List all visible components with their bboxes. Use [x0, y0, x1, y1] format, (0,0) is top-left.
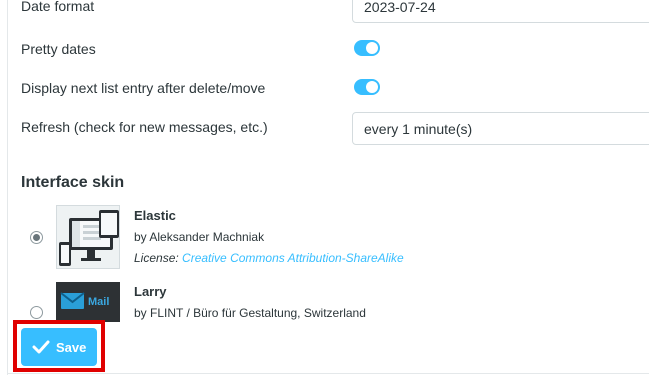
toggle-knob — [366, 81, 378, 93]
toggle-knob — [366, 42, 378, 54]
footer-divider — [8, 373, 649, 374]
skin-larry-thumbnail: Mail — [56, 282, 120, 322]
content-divider — [7, 0, 8, 375]
skin-elastic-author: by Aleksander Machniak — [134, 230, 265, 244]
skin-elastic-license: License: Creative Commons Attribution-Sh… — [134, 251, 404, 265]
skin-larry-radio[interactable] — [30, 306, 43, 319]
refresh-value: every 1 minute(s) — [364, 121, 473, 137]
save-label: Save — [56, 340, 87, 355]
license-link[interactable]: Creative Commons Attribution-ShareAlike — [182, 251, 404, 265]
elastic-devices-icon — [57, 206, 119, 268]
next-entry-label: Display next list entry after delete/mov… — [21, 80, 266, 96]
refresh-select[interactable]: every 1 minute(s) — [352, 112, 649, 145]
larry-mail-icon: Mail — [57, 283, 119, 321]
next-entry-toggle[interactable] — [354, 79, 380, 95]
form-footer — [8, 322, 649, 375]
date-format-value: 2023-07-24 — [364, 0, 436, 15]
skin-larry-author: by FLINT / Büro für Gestaltung, Switzerl… — [134, 306, 366, 320]
skin-elastic-radio[interactable] — [30, 231, 43, 244]
pretty-dates-toggle[interactable] — [354, 40, 380, 56]
pretty-dates-label: Pretty dates — [21, 41, 96, 57]
date-format-field[interactable]: 2023-07-24 — [352, 0, 649, 23]
date-format-label: Date format — [21, 0, 95, 14]
skin-elastic-thumbnail — [56, 205, 120, 269]
skin-elastic-name: Elastic — [134, 208, 176, 223]
skin-larry-name: Larry — [134, 284, 167, 299]
checkmark-icon — [32, 339, 50, 358]
refresh-label: Refresh (check for new messages, etc.) — [21, 119, 268, 135]
larry-thumb-text: Mail — [88, 296, 109, 308]
license-label: License: — [134, 251, 179, 265]
save-button[interactable]: Save — [21, 328, 97, 366]
interface-skin-title: Interface skin — [21, 174, 125, 191]
